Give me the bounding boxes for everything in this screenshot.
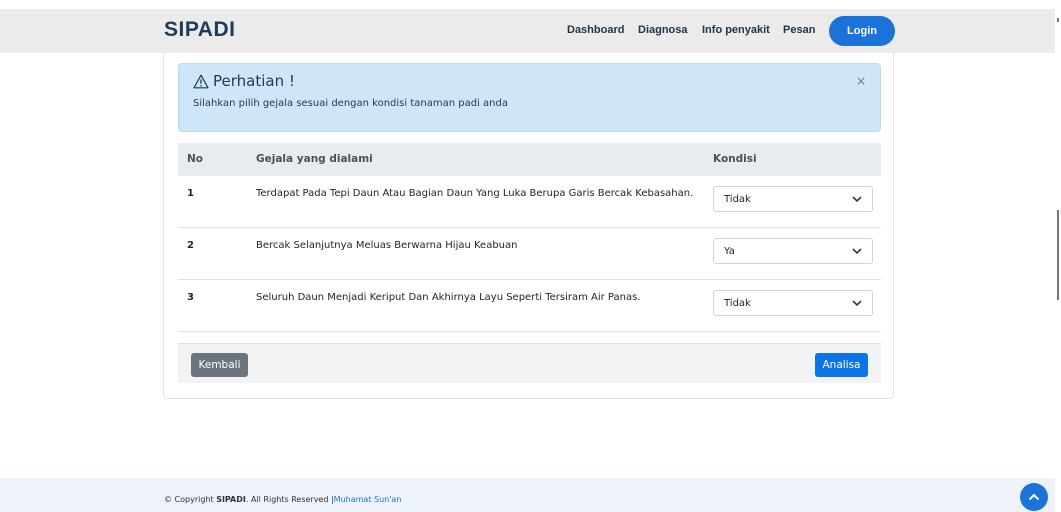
chevron-down-icon: [852, 196, 862, 202]
nav-link-diagnosa[interactable]: Diagnosa: [638, 24, 688, 36]
chevron-up-icon: [1028, 493, 1040, 501]
chevron-down-icon: [852, 300, 862, 306]
back-to-top-button[interactable]: [1020, 483, 1048, 511]
close-icon[interactable]: ×: [856, 74, 866, 88]
header-no: No: [187, 153, 204, 165]
nav-link-pesan[interactable]: Pesan: [783, 24, 815, 36]
alert-box: Perhatian ! Silahkan pilih gejala sesuai…: [178, 63, 881, 132]
navbar: SIPADI Dashboard Diagnosa Info penyakit …: [0, 9, 1055, 53]
table-row: 3 Seluruh Daun Menjadi Keriput Dan Akhir…: [178, 280, 881, 332]
select-value: Tidak: [724, 193, 751, 205]
scrollbar-arrow[interactable]: [1057, 18, 1059, 22]
header-kondisi: Kondisi: [713, 153, 757, 165]
row-number: 2: [187, 240, 194, 251]
select-value: Tidak: [724, 297, 751, 309]
alert-message: Silahkan pilih gejala sesuai dengan kond…: [193, 98, 508, 109]
row-symptom: Terdapat Pada Tepi Daun Atau Bagian Daun…: [256, 188, 694, 199]
author-link[interactable]: Muhamat Sun'an: [334, 495, 402, 504]
diagnosis-card: Perhatian ! Silahkan pilih gejala sesuai…: [163, 53, 894, 399]
chevron-down-icon: [852, 248, 862, 254]
back-button[interactable]: Kembali: [191, 353, 248, 377]
copyright-brand: SIPADI: [216, 495, 246, 504]
table-row: 1 Terdapat Pada Tepi Daun Atau Bagian Da…: [178, 176, 881, 228]
row-symptom: Seluruh Daun Menjadi Keriput Dan Akhirny…: [256, 292, 641, 303]
form-actions: Kembali Analisa: [178, 343, 881, 383]
analyze-button[interactable]: Analisa: [815, 353, 868, 377]
warning-icon: [193, 74, 209, 89]
header-gejala: Gejala yang dialami: [256, 153, 373, 165]
select-value: Ya: [724, 245, 735, 257]
page-footer: © Copyright SIPADI. All Rights Reserved …: [0, 478, 1055, 512]
kondisi-select[interactable]: Tidak: [713, 290, 873, 316]
scrollbar-thumb[interactable]: [1057, 210, 1059, 300]
row-number: 3: [187, 292, 194, 303]
copyright-prefix: © Copyright: [164, 495, 217, 504]
nav-link-dashboard[interactable]: Dashboard: [567, 24, 624, 36]
copyright-suffix: . All Rights Reserved |: [245, 495, 334, 504]
copyright-text: © Copyright SIPADI. All Rights Reserved …: [164, 495, 401, 504]
row-symptom: Bercak Selanjutnya Meluas Berwarna Hijau…: [256, 240, 518, 251]
login-button[interactable]: Login: [829, 16, 895, 46]
brand-logo[interactable]: SIPADI: [164, 18, 235, 42]
alert-title-text: Perhatian !: [213, 72, 295, 90]
alert-title: Perhatian !: [193, 72, 295, 90]
kondisi-select[interactable]: Ya: [713, 238, 873, 264]
table-row: 2 Bercak Selanjutnya Meluas Berwarna Hij…: [178, 228, 881, 280]
nav-link-info-penyakit[interactable]: Info penyakit: [702, 24, 770, 36]
kondisi-select[interactable]: Tidak: [713, 186, 873, 212]
table-header: No Gejala yang dialami Kondisi: [178, 143, 881, 176]
row-number: 1: [187, 188, 194, 199]
